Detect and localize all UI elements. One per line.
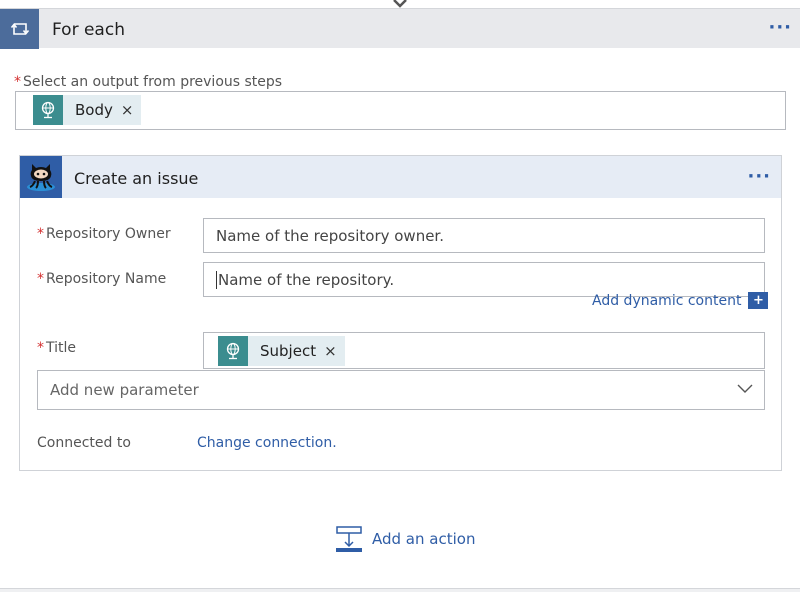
remove-subject-token-button[interactable]: × [324,342,345,360]
remove-body-token-button[interactable]: × [121,101,142,119]
subject-token-label: Subject [260,342,317,360]
connector-arrow-icon [393,0,407,8]
foreach-title: For each [52,20,125,40]
foreach-more-options-button[interactable]: ··· [768,19,792,37]
add-dynamic-content-label: Add dynamic content [592,292,742,309]
select-output-label: * Select an output from previous steps [14,74,282,90]
loop-icon [0,9,39,49]
subject-token[interactable]: Subject × [218,336,345,366]
repository-name-label-text: Repository Name [46,271,167,287]
bottom-bar [0,588,800,592]
body-token[interactable]: Body × [33,95,142,125]
repository-owner-label: * Repository Owner [37,226,171,242]
foreach-container: For each ··· * Select an output from prev… [0,8,800,592]
required-marker: * [14,74,21,90]
repository-owner-input[interactable]: Name of the repository owner. [203,218,765,253]
title-label: * Title [37,340,76,356]
repository-name-placeholder: Name of the repository. [218,270,395,289]
add-action-label: Add an action [372,530,476,548]
create-issue-more-options-button[interactable]: ··· [747,168,771,186]
select-output-input[interactable]: Body × [15,91,786,130]
create-issue-header[interactable]: Create an issue ··· [20,156,781,198]
connected-to-label: Connected to [37,435,131,451]
create-issue-card: Create an issue ··· * Repository Owner Na… [19,155,782,471]
add-action-icon [336,526,362,552]
chevron-down-icon [737,384,753,393]
add-action-button[interactable]: Add an action [336,526,475,552]
title-input[interactable]: Subject × [203,332,765,369]
repository-owner-placeholder: Name of the repository owner. [216,226,444,245]
add-dynamic-content-link[interactable]: Add dynamic content + [592,292,769,309]
repository-name-label: * Repository Name [37,271,166,287]
required-marker: * [37,271,44,287]
required-marker: * [37,226,44,242]
title-label-text: Title [46,340,77,356]
required-marker: * [37,340,44,356]
globe-icon [218,336,248,366]
repository-owner-label-text: Repository Owner [46,226,171,242]
add-new-parameter-dropdown[interactable]: Add new parameter [37,370,765,410]
body-token-label: Body [75,101,113,119]
foreach-header[interactable]: For each ··· [0,8,800,49]
select-output-label-text: Select an output from previous steps [23,74,283,90]
globe-icon [33,95,63,125]
github-octocat-icon [20,156,62,198]
add-new-parameter-placeholder: Add new parameter [50,381,199,399]
change-connection-link[interactable]: Change connection. [197,435,337,451]
plus-icon: + [748,292,769,309]
create-issue-title: Create an issue [74,169,199,188]
text-cursor [216,270,217,289]
